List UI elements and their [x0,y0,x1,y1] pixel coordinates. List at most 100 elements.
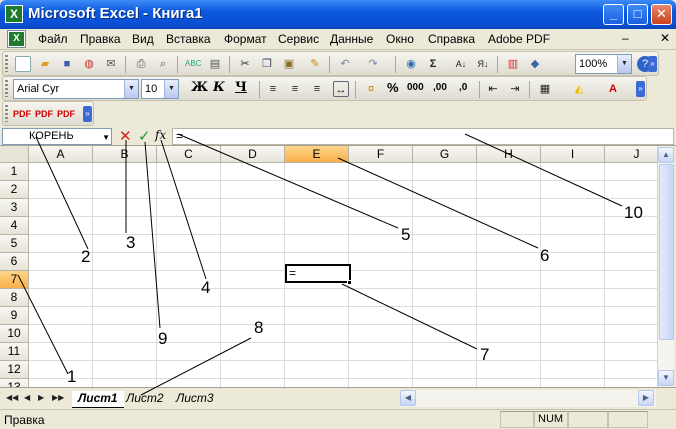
toolbar-options-icon[interactable]: » [83,106,92,122]
sheet-tab-2[interactable]: Лист2 [120,391,170,408]
doc-close-button[interactable]: ✕ [660,31,670,45]
redo-icon[interactable]: ↷ [365,56,381,72]
toolbar-grip[interactable] [5,105,8,122]
cancel-icon[interactable]: ✕ [119,127,132,145]
scroll-thumb[interactable] [659,164,674,340]
print-preview-icon[interactable]: ⌕ [155,56,171,72]
horizontal-scrollbar[interactable]: ◀ ▶ [400,390,656,407]
sort-descending-icon[interactable]: Я↓ [475,56,491,72]
menu-view[interactable]: Вид [132,32,154,46]
menu-data[interactable]: Данные [330,32,373,46]
row-header-12[interactable]: 12 [0,361,29,379]
insert-function-icon[interactable]: fx [155,128,166,142]
increase-decimal-button[interactable]: ,00 [433,82,447,93]
menu-window[interactable]: Окно [386,32,414,46]
decrease-decimal-button[interactable]: ,0 [459,82,467,93]
menu-file[interactable]: Файл [38,32,68,46]
sheet-tab-3[interactable]: Лист3 [170,391,220,408]
last-sheet-icon[interactable]: ▶▶ [52,393,64,402]
menu-format[interactable]: Формат [224,32,267,46]
drawing-icon[interactable]: ◆ [527,56,543,72]
menu-insert[interactable]: Вставка [166,32,211,46]
row-header-7[interactable]: 7 [0,271,29,289]
cut-icon[interactable]: ✂ [237,56,253,72]
autosum-icon[interactable]: Σ [425,56,441,72]
merge-center-icon[interactable]: ↔ [333,81,349,97]
font-size-select[interactable]: 10 ▼ [141,79,179,99]
excel-app-icon[interactable]: X [5,5,23,23]
row-header-4[interactable]: 4 [0,217,29,235]
row-header-11[interactable]: 11 [0,343,29,361]
worksheet-grid[interactable]: ABCDEFGHIJ 1 2 3 4 5 6 7 8 9 10 11 12 13 = [0,146,657,387]
font-name-select[interactable]: Arial Cyr ▼ [13,79,139,99]
print-icon[interactable]: ⎙ [133,56,149,72]
toolbar-grip[interactable] [5,80,8,97]
bold-button[interactable]: Ж [191,80,208,95]
toolbar-options-icon[interactable]: » [648,56,657,72]
sort-ascending-icon[interactable]: A↓ [453,56,469,72]
row-header-5[interactable]: 5 [0,235,29,253]
email-icon[interactable]: ✉ [103,56,119,72]
column-header-e[interactable]: E [285,146,349,163]
font-color-icon[interactable]: A [605,81,621,97]
chevron-down-icon[interactable]: ▼ [617,55,631,73]
menu-edit[interactable]: Правка [80,32,121,46]
borders-icon[interactable]: ▦ [537,81,553,97]
underline-button[interactable]: Ч [235,80,247,95]
spelling-icon[interactable]: ABC [185,56,201,72]
column-header-f[interactable]: F [349,146,413,163]
align-right-icon[interactable]: ≡ [309,81,325,97]
vertical-scrollbar[interactable]: ▲ ▼ [657,146,674,387]
row-header-1[interactable]: 1 [0,163,29,181]
scroll-right-icon[interactable]: ▶ [638,390,654,406]
pdf-convert-icon[interactable]: PDF [13,106,31,122]
row-header-2[interactable]: 2 [0,181,29,199]
scroll-up-icon[interactable]: ▲ [658,147,674,163]
scroll-left-icon[interactable]: ◀ [400,390,416,406]
column-header-h[interactable]: H [477,146,541,163]
scroll-down-icon[interactable]: ▼ [658,370,674,386]
maximize-button[interactable]: □ [627,4,648,25]
name-box[interactable]: КОРЕНЬ ▼ [2,128,112,145]
close-button[interactable]: ✕ [651,4,672,25]
chevron-down-icon[interactable]: ▼ [164,80,178,98]
research-icon[interactable]: ▤ [207,56,223,72]
sheet-tab-1[interactable]: Лист1 [72,391,124,408]
paste-icon[interactable]: ▣ [281,56,297,72]
row-header-13[interactable]: 13 [0,379,29,387]
column-header-g[interactable]: G [413,146,477,163]
column-header-b[interactable]: B [93,146,157,163]
menu-tools[interactable]: Сервис [278,32,319,46]
chevron-down-icon[interactable]: ▼ [102,130,110,145]
select-all-button[interactable] [0,146,29,163]
column-header-d[interactable]: D [221,146,285,163]
chart-wizard-icon[interactable]: ▥ [505,56,521,72]
toolbar-grip[interactable] [5,55,8,72]
align-left-icon[interactable]: ≡ [265,81,281,97]
chevron-down-icon[interactable]: ▼ [124,80,138,98]
hyperlink-icon[interactable]: ◉ [403,56,419,72]
row-header-9[interactable]: 9 [0,307,29,325]
column-header-c[interactable]: C [157,146,221,163]
formula-input[interactable]: = [172,128,674,145]
copy-icon[interactable]: ❐ [259,56,275,72]
row-header-3[interactable]: 3 [0,199,29,217]
save-icon[interactable]: ■ [59,56,75,72]
workbook-icon[interactable]: X [7,30,26,48]
prev-sheet-icon[interactable]: ◀ [24,393,30,402]
italic-button[interactable]: К [213,80,225,95]
pdf-review-icon[interactable]: PDF [57,106,75,122]
active-cell-e7[interactable]: = [285,264,351,283]
new-icon[interactable] [15,56,31,72]
fill-handle[interactable] [347,280,352,285]
minimize-button[interactable]: _ [603,4,624,25]
first-sheet-icon[interactable]: ◀◀ [6,393,18,402]
open-icon[interactable]: ▰ [37,56,53,72]
column-header-j[interactable]: J [605,146,657,163]
toolbar-options-icon[interactable]: » [636,81,645,97]
menu-adobe-pdf[interactable]: Adobe PDF [488,32,550,46]
pdf-email-icon[interactable]: PDF [35,106,53,122]
undo-icon[interactable]: ↶ [337,56,353,72]
row-header-6[interactable]: 6 [0,253,29,271]
column-header-a[interactable]: A [29,146,93,163]
